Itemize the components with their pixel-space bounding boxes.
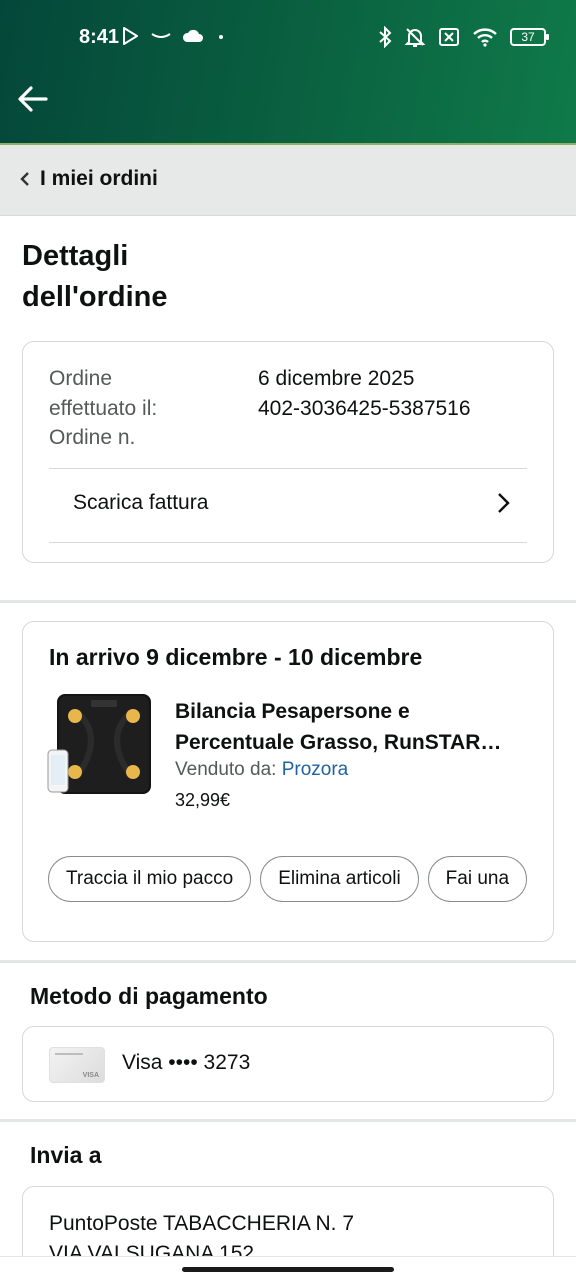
bluetooth-icon (379, 26, 392, 48)
product-name-line2: Percentuale Grasso, RunSTAR… (175, 731, 502, 754)
ship-to-heading: Invia a (30, 1142, 102, 1168)
battery-level: 37 (521, 30, 535, 44)
cloud-icon (182, 29, 203, 42)
section-divider (0, 960, 576, 963)
credit-card-icon: VISA (49, 1047, 105, 1083)
status-icons-left (120, 26, 228, 46)
order-placed-label-2: effettuato il: (49, 396, 158, 420)
seller-label: Venduto da: (175, 759, 277, 780)
payment-card: VISA Visa •••• 3273 (22, 1026, 554, 1102)
delivery-estimate: In arrivo 9 dicembre - 10 dicembre (49, 644, 423, 670)
order-info-card: Ordine effettuato il: Ordine n. 6 dicemb… (22, 341, 554, 563)
breadcrumb-my-orders[interactable]: I miei ordini (20, 167, 158, 191)
more-action-button[interactable]: Fai una (427, 856, 528, 902)
play-store-icon (123, 27, 138, 45)
product-name[interactable]: Bilancia Pesapersone e Percentuale Grass… (175, 696, 535, 758)
order-labels: Ordine effettuato il: Ordine n. (49, 364, 157, 453)
arrow-left-icon[interactable] (16, 82, 50, 116)
download-invoice-row[interactable]: Scarica fattura (49, 469, 527, 543)
order-values: 6 dicembre 2025 402-3036425-5387516 (258, 364, 471, 423)
order-number: 402-3036425-5387516 (258, 396, 471, 420)
amazon-smile-icon (151, 33, 171, 38)
section-divider (0, 600, 576, 603)
payment-card-text: Visa •••• 3273 (122, 1051, 251, 1074)
payment-heading: Metodo di pagamento (30, 983, 268, 1009)
dot-icon (219, 35, 223, 39)
track-package-button[interactable]: Traccia il mio pacco (48, 856, 252, 902)
chevron-right-icon (498, 493, 510, 513)
action-chips: Traccia il mio pacco Elimina articoli Fai … (48, 856, 536, 904)
breadcrumb-label: I miei ordini (40, 167, 158, 190)
wifi-icon (473, 28, 497, 47)
page-title-line1: Dettagli (22, 240, 129, 272)
seller-link[interactable]: Prozora (282, 759, 349, 780)
home-indicator[interactable] (182, 1267, 394, 1272)
status-time: 8:41 (79, 26, 120, 48)
section-divider (0, 1119, 576, 1122)
page-title: Dettagli dell'ordine (22, 236, 322, 318)
product-image[interactable] (47, 692, 153, 798)
seller-info: Venduto da: Prozora (175, 759, 348, 781)
product-price: 32,99€ (175, 790, 231, 810)
bell-off-icon (404, 28, 426, 47)
delete-items-button[interactable]: Elimina articoli (260, 856, 419, 902)
address-line1: PuntoPoste TABACCHERIA N. 7 (49, 1212, 355, 1235)
app-header: 8:41 37 (0, 0, 576, 145)
product-name-line1: Bilancia Pesapersone e (175, 700, 410, 723)
system-nav-bar (0, 1256, 576, 1280)
order-number-label: Ordine n. (49, 426, 136, 449)
battery-icon: 37 (510, 28, 549, 46)
status-icons-right: 37 (378, 26, 549, 48)
divider (49, 542, 527, 543)
download-invoice-label: Scarica fattura (73, 491, 209, 514)
sim-x-icon (439, 28, 459, 46)
status-bar: 8:41 37 (0, 22, 576, 54)
order-placed-label-1: Ordine (49, 367, 113, 390)
chevron-left-icon (20, 172, 29, 186)
breadcrumb-bar: I miei ordini (0, 145, 576, 216)
order-date: 6 dicembre 2025 (258, 367, 415, 390)
page-title-line2: dell'ordine (22, 281, 168, 313)
shipment-card: In arrivo 9 dicembre - 10 dicembre Bilan… (22, 621, 554, 942)
